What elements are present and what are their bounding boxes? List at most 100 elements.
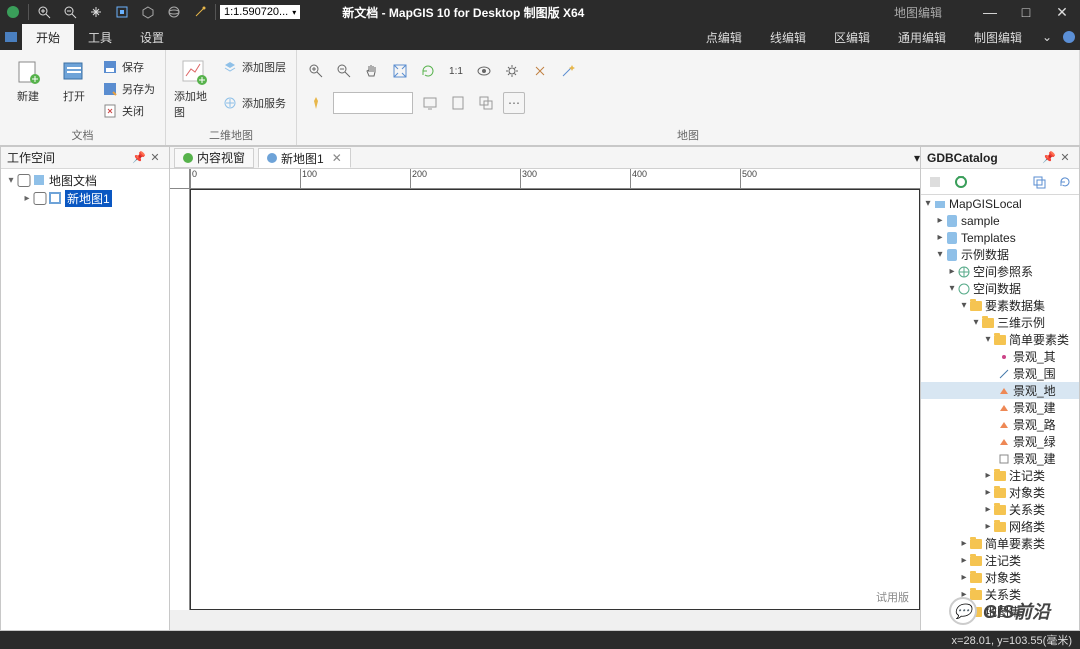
- gdb-fc-6[interactable]: 景观_建: [921, 450, 1079, 467]
- quick-icon[interactable]: [0, 24, 22, 50]
- addmap-button[interactable]: 添加地图: [174, 54, 214, 120]
- menu-tools[interactable]: 工具: [74, 24, 126, 50]
- tab-close-icon[interactable]: ✕: [332, 151, 342, 165]
- extent-icon[interactable]: [113, 3, 131, 21]
- panel-close-icon[interactable]: ✕: [147, 150, 163, 166]
- tool-gear-icon[interactable]: [501, 60, 523, 82]
- gdb-root[interactable]: ▾MapGISLocal: [921, 195, 1079, 212]
- gdb-fc-2[interactable]: 景观_地: [921, 382, 1079, 399]
- tool-search-input[interactable]: [333, 92, 413, 114]
- gdb-templates[interactable]: ▸Templates: [921, 229, 1079, 246]
- tree-root-checkbox[interactable]: [17, 174, 31, 187]
- gdb-anno[interactable]: ▸注记类: [921, 467, 1079, 484]
- wand-icon[interactable]: [191, 3, 209, 21]
- gdb-mapset[interactable]: ▸地图集: [921, 603, 1079, 620]
- gdb-fc-1[interactable]: 景观_围: [921, 365, 1079, 382]
- tree-item-map1[interactable]: ▸ 新地图1: [3, 189, 167, 207]
- gdb-simplefc2[interactable]: ▸简单要素类: [921, 535, 1079, 552]
- zoom-out-icon[interactable]: [61, 3, 79, 21]
- gdb-fc-3[interactable]: 景观_建: [921, 399, 1079, 416]
- menu-edit-general[interactable]: 通用编辑: [884, 24, 960, 50]
- menu-edit-carto[interactable]: 制图编辑: [960, 24, 1036, 50]
- statusbar: x=28.01, y=103.55(毫米): [0, 631, 1080, 649]
- menu-edit-point[interactable]: 点编辑: [692, 24, 756, 50]
- tab-content-view[interactable]: 内容视窗: [174, 148, 254, 168]
- gdb-simplefc[interactable]: ▾简单要素类: [921, 331, 1079, 348]
- tool-refresh[interactable]: [417, 60, 439, 82]
- tool-pan[interactable]: [361, 60, 383, 82]
- trial-label: 试用版: [876, 589, 909, 605]
- tool-screen-icon[interactable]: [419, 92, 441, 114]
- menu-start[interactable]: 开始: [22, 24, 74, 50]
- menu-edit-area[interactable]: 区编辑: [820, 24, 884, 50]
- gdb-refresh-icon[interactable]: [1055, 172, 1075, 192]
- workspace-title: 工作空间: [7, 149, 55, 166]
- minimize-button[interactable]: —: [972, 0, 1008, 24]
- addservice-button[interactable]: 添加服务: [220, 94, 288, 112]
- close-button[interactable]: ✕: [1044, 0, 1080, 24]
- tool-marker-icon[interactable]: [305, 92, 327, 114]
- scale-combo[interactable]: 1:1.590720...▾: [220, 5, 300, 19]
- tool-wand-icon[interactable]: [557, 60, 579, 82]
- gdb-net[interactable]: ▸网络类: [921, 518, 1079, 535]
- gdb-fc-4[interactable]: 景观_路: [921, 416, 1079, 433]
- cube-icon[interactable]: [139, 3, 157, 21]
- ribbon-group-map: 1:1 ⋯ 地图: [297, 50, 1080, 145]
- tool-ratio[interactable]: 1:1: [445, 60, 467, 82]
- ruler-y: [170, 189, 190, 610]
- globe-icon[interactable]: [165, 3, 183, 21]
- gdb-rel2[interactable]: ▸关系类: [921, 586, 1079, 603]
- gdb-sample[interactable]: ▸sample: [921, 212, 1079, 229]
- tool-more-button[interactable]: ⋯: [503, 92, 525, 114]
- pin-icon[interactable]: 📌: [131, 150, 147, 166]
- zoom-in-icon[interactable]: [35, 3, 53, 21]
- gdb-featureset[interactable]: ▾要素数据集: [921, 297, 1079, 314]
- gdb-clock-icon[interactable]: [951, 172, 971, 192]
- tree-item-checkbox[interactable]: [33, 192, 47, 205]
- tool-zoom-out[interactable]: [333, 60, 355, 82]
- ribbon-group-document: 新建 打开 保存 另存为 关闭 文档: [0, 50, 166, 145]
- gdb-add-icon[interactable]: [925, 172, 945, 192]
- menubar: 开始 工具 设置 点编辑 线编辑 区编辑 通用编辑 制图编辑 ⌄: [0, 24, 1080, 50]
- saveas-button[interactable]: 另存为: [100, 80, 157, 98]
- save-button[interactable]: 保存: [100, 58, 157, 76]
- gdb-obj2[interactable]: ▸对象类: [921, 569, 1079, 586]
- gdb-title: GDBCatalog: [927, 151, 998, 165]
- open-button[interactable]: 打开: [54, 54, 94, 104]
- gdb-close-icon[interactable]: ✕: [1057, 150, 1073, 166]
- page[interactable]: 试用版: [190, 189, 920, 610]
- pan-icon[interactable]: [87, 3, 105, 21]
- tool-eye-icon[interactable]: [473, 60, 495, 82]
- addlayer-button[interactable]: 添加图层: [220, 58, 288, 76]
- gdb-srs[interactable]: ▸空间参照系: [921, 263, 1079, 280]
- gdb-example3d[interactable]: ▾三维示例: [921, 314, 1079, 331]
- new-button[interactable]: 新建: [8, 54, 48, 104]
- tool-extent[interactable]: [389, 60, 411, 82]
- tool-stack-icon[interactable]: [475, 92, 497, 114]
- maximize-button[interactable]: □: [1008, 0, 1044, 24]
- close-doc-button[interactable]: 关闭: [100, 102, 157, 120]
- canvas[interactable]: 0 100 200 300 400 500 试用版: [170, 169, 920, 630]
- menu-caret-icon[interactable]: ⌄: [1036, 24, 1058, 50]
- tool-zoom-in[interactable]: [305, 60, 327, 82]
- gdb-fc-5[interactable]: 景观_绿: [921, 433, 1079, 450]
- window-title: 新文档 - MapGIS 10 for Desktop 制图版 X64: [342, 4, 584, 21]
- center-area: 内容视窗 新地图1✕ ▾ 0 100 200 300 400 500 试用版: [170, 146, 920, 631]
- gdb-rel[interactable]: ▸关系类: [921, 501, 1079, 518]
- tool-device-icon[interactable]: [447, 92, 469, 114]
- tree-root[interactable]: ▾ 地图文档: [3, 171, 167, 189]
- gdb-copy-icon[interactable]: [1029, 172, 1049, 192]
- gdb-demo[interactable]: ▾示例数据: [921, 246, 1079, 263]
- ribbon-group-2dmap: 添加地图 添加图层 添加服务 二维地图: [166, 50, 297, 145]
- ruler-x: 0 100 200 300 400 500: [190, 169, 920, 189]
- menu-settings[interactable]: 设置: [126, 24, 178, 50]
- tab-map1[interactable]: 新地图1✕: [258, 148, 351, 168]
- gdb-pin-icon[interactable]: 📌: [1041, 150, 1057, 166]
- gdb-spatial[interactable]: ▾空间数据: [921, 280, 1079, 297]
- help-icon[interactable]: [1058, 24, 1080, 50]
- gdb-anno2[interactable]: ▸注记类: [921, 552, 1079, 569]
- tool-clear-icon[interactable]: [529, 60, 551, 82]
- gdb-obj[interactable]: ▸对象类: [921, 484, 1079, 501]
- menu-edit-line[interactable]: 线编辑: [756, 24, 820, 50]
- gdb-fc-0[interactable]: 景观_其: [921, 348, 1079, 365]
